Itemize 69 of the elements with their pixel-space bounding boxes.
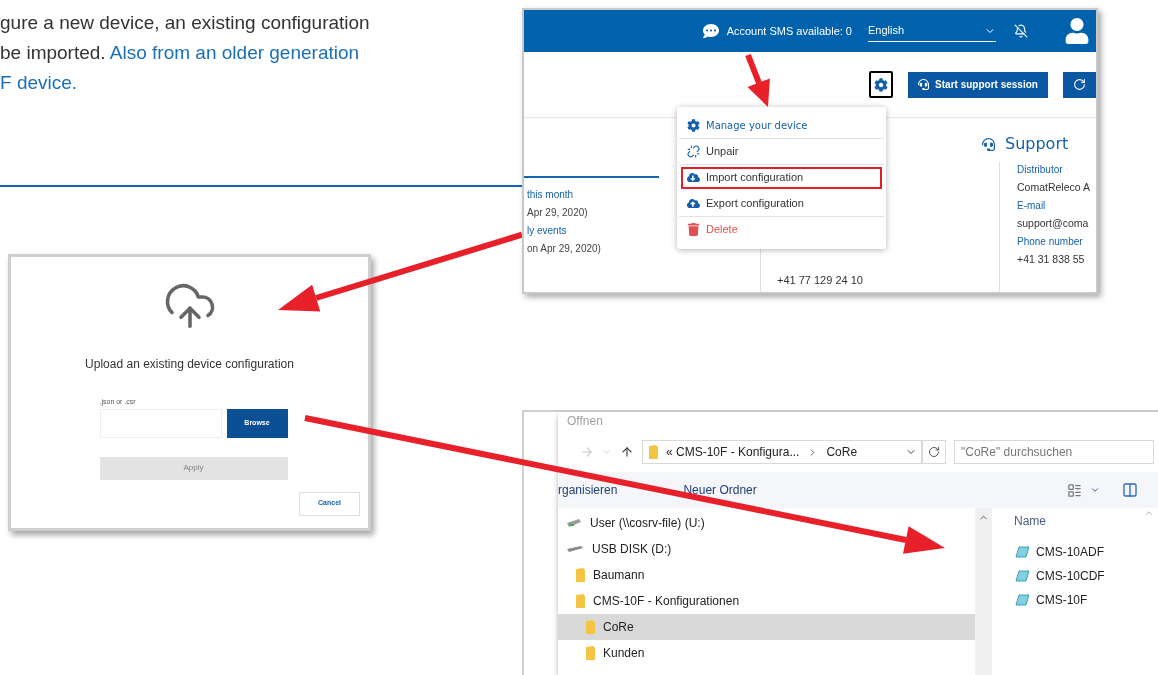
- file-icon: [1014, 570, 1030, 582]
- file-item[interactable]: CMS-10CDF: [1014, 564, 1158, 588]
- support-heading: Support: [1005, 133, 1069, 155]
- drive-icon: [566, 545, 584, 553]
- address-bar[interactable]: « CMS-10F - Konfigura... CoRe: [642, 440, 922, 464]
- menu-item[interactable]: Export configuration: [679, 191, 884, 217]
- cloud-download-icon: [687, 171, 700, 184]
- view-options-icon[interactable]: [1067, 482, 1082, 498]
- up-icon[interactable]: [620, 445, 634, 459]
- support-label: Distributor: [1017, 163, 1064, 177]
- dialog-title: Upload an existing device configuration: [85, 356, 294, 373]
- folder-tree-item[interactable]: USB DISK (D:): [558, 536, 975, 562]
- event-link[interactable]: this month: [524, 187, 574, 205]
- folder-tree-item[interactable]: CMS-10F - Konfigurationen: [558, 588, 975, 614]
- menu-item[interactable]: Unpair: [679, 139, 884, 165]
- folder-tree-item[interactable]: User (\\cosrv-file) (U:): [558, 510, 975, 536]
- intro-paragraph: gure a new device, an existing configuration be imported. Also from an older generation F device.: [0, 11, 370, 95]
- event-date: Apr 29, 2020): [526, 206, 588, 220]
- message-icon: [702, 23, 719, 39]
- settings-icon: [874, 77, 888, 92]
- refresh-button[interactable]: [1063, 71, 1096, 98]
- settings-button[interactable]: [869, 71, 893, 98]
- event-link[interactable]: ly events: [524, 223, 567, 241]
- folder-icon: [586, 620, 595, 634]
- folder-icon: [576, 594, 585, 608]
- support-value: ComatReleco A: [1017, 180, 1091, 195]
- toolbar-item[interactable]: Neuer Ordner: [683, 481, 757, 499]
- bell-off-icon[interactable]: [1014, 24, 1028, 38]
- menu-item[interactable]: Delete: [679, 217, 884, 243]
- headset-icon: [918, 79, 930, 90]
- user-icon[interactable]: [1064, 18, 1090, 44]
- network-drive-icon: [566, 518, 582, 528]
- file-icon: [1014, 594, 1030, 606]
- dialog-title: Offnen: [566, 413, 604, 430]
- phone-number: +41 77 129 24 10: [777, 272, 864, 288]
- folder-icon: [586, 646, 595, 660]
- support-value: +41 31 838 55: [1017, 252, 1086, 267]
- folder-icon: [576, 568, 585, 582]
- folder-tree-item[interactable]: CoRe: [558, 614, 975, 640]
- refresh-icon: [1073, 78, 1086, 91]
- refresh-icon: [928, 446, 940, 458]
- folder-tree-item[interactable]: Baumann: [558, 562, 975, 588]
- language-select[interactable]: English: [868, 20, 996, 42]
- support-label: E-mail: [1017, 199, 1047, 213]
- caret-icon[interactable]: [1090, 485, 1100, 495]
- cloud-upload-icon: [687, 197, 700, 210]
- preview-pane-icon[interactable]: [1122, 482, 1138, 498]
- trash-icon: [687, 223, 700, 236]
- file-item[interactable]: CMS-10ADF: [1014, 540, 1158, 564]
- unlink-icon: [687, 145, 700, 158]
- event-date: on Apr 29, 2020): [526, 242, 601, 256]
- toolbar-item[interactable]: rganisieren: [558, 481, 618, 499]
- support-session-button[interactable]: Start support session: [908, 71, 1048, 98]
- gear-icon: [687, 119, 700, 132]
- sms-counter: Account SMS available: 0: [726, 23, 852, 39]
- refresh-button[interactable]: [922, 440, 946, 464]
- pointer-arrow: [745, 53, 770, 107]
- menu-item[interactable]: Import configuration: [679, 165, 884, 191]
- file-item[interactable]: CMS-10F: [1014, 588, 1158, 612]
- name-column-header[interactable]: Name: [1014, 512, 1158, 540]
- folder-tree-item[interactable]: Kunden: [558, 640, 975, 666]
- support-label: Phone number: [1017, 235, 1084, 249]
- file-icon: [1014, 546, 1030, 558]
- folder-icon: [649, 445, 658, 459]
- headset-icon: [982, 137, 995, 151]
- menu-item[interactable]: Manage your device: [679, 113, 884, 139]
- apply-button: Apply: [99, 456, 288, 480]
- search-field[interactable]: "CoRe" durchsuchen: [954, 440, 1154, 464]
- support-value: support@coma: [1017, 216, 1090, 231]
